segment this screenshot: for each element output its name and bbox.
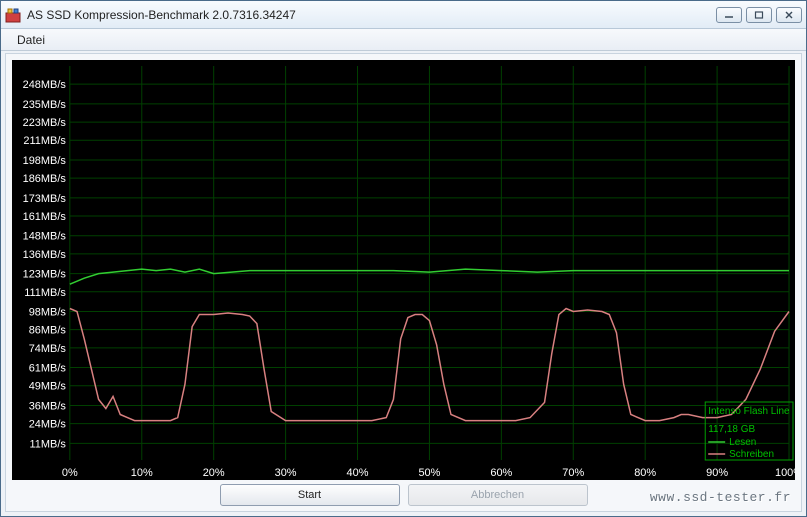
svg-text:Schreiben: Schreiben [729,449,774,460]
start-button[interactable]: Start [220,484,400,506]
svg-text:111MB/s: 111MB/s [24,287,66,299]
svg-text:60%: 60% [490,467,512,479]
svg-text:211MB/s: 211MB/s [23,135,66,147]
svg-text:74MB/s: 74MB/s [29,343,67,355]
maximize-button[interactable] [746,7,772,23]
window-title: AS SSD Kompression-Benchmark 2.0.7316.34… [27,8,716,22]
button-bar: Start Abbrechen [6,481,801,509]
app-icon [5,7,21,23]
app-window: AS SSD Kompression-Benchmark 2.0.7316.34… [0,0,807,517]
svg-text:98MB/s: 98MB/s [29,306,67,318]
minimize-button[interactable] [716,7,742,23]
titlebar[interactable]: AS SSD Kompression-Benchmark 2.0.7316.34… [1,1,806,29]
svg-text:186MB/s: 186MB/s [23,173,67,185]
svg-text:11MB/s: 11MB/s [30,438,67,450]
svg-text:136MB/s: 136MB/s [23,249,67,261]
svg-text:161MB/s: 161MB/s [23,211,67,223]
cancel-button: Abbrechen [408,484,588,506]
svg-text:173MB/s: 173MB/s [23,193,67,205]
menubar: Datei [1,29,806,51]
svg-text:0%: 0% [62,467,78,479]
svg-text:148MB/s: 148MB/s [23,231,67,243]
svg-text:70%: 70% [562,467,584,479]
svg-text:235MB/s: 235MB/s [23,99,67,111]
svg-text:123MB/s: 123MB/s [23,269,67,281]
svg-text:10%: 10% [131,467,153,479]
svg-text:36MB/s: 36MB/s [29,400,67,412]
svg-text:90%: 90% [706,467,728,479]
svg-text:Intenso Flash Line: Intenso Flash Line [708,406,790,417]
svg-text:61MB/s: 61MB/s [29,363,67,375]
svg-text:117,18 GB: 117,18 GB [708,424,755,435]
svg-text:223MB/s: 223MB/s [23,117,67,129]
svg-text:40%: 40% [347,467,369,479]
svg-text:20%: 20% [203,467,225,479]
close-button[interactable] [776,7,802,23]
svg-text:Lesen: Lesen [729,437,756,448]
svg-text:24MB/s: 24MB/s [29,419,67,431]
chart-area: 11MB/s 24MB/s 36MB/s 49MB/s 61MB/s 74MB/s 86MB… [12,60,795,480]
menu-file[interactable]: Datei [9,31,53,49]
svg-text:30%: 30% [275,467,297,479]
content-panel: 11MB/s 24MB/s 36MB/s 49MB/s 61MB/s 74MB/s 86MB… [5,53,802,512]
svg-text:248MB/s: 248MB/s [23,79,67,91]
chart-svg: 11MB/s 24MB/s 36MB/s 49MB/s 61MB/s 74MB/s 86MB… [12,60,795,480]
svg-text:86MB/s: 86MB/s [29,325,67,337]
svg-text:50%: 50% [418,467,440,479]
svg-text:198MB/s: 198MB/s [23,155,67,167]
svg-text:49MB/s: 49MB/s [29,381,67,393]
svg-text:80%: 80% [634,467,656,479]
svg-text:100%: 100% [775,467,795,479]
window-controls [716,7,802,23]
